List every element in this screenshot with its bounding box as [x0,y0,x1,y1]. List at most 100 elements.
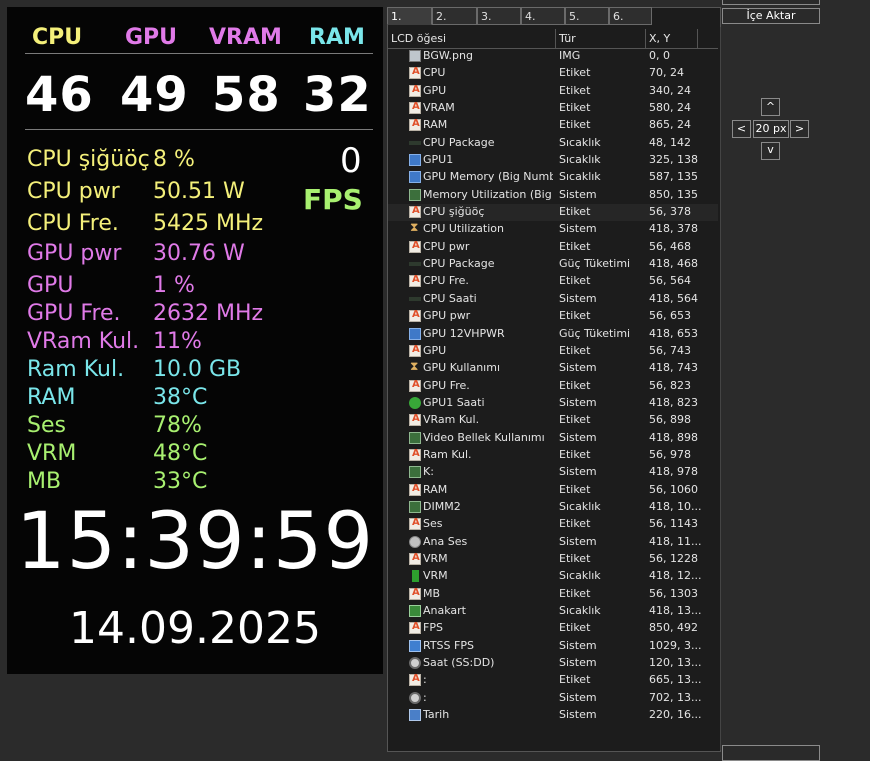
list-item[interactable]: Ram Kul. Etiket 56, 978 [388,447,718,464]
column-header-xy[interactable]: X, Y [646,29,698,48]
list-item[interactable]: CPU Fre. Etiket 56, 564 [388,273,718,290]
lcd-divider [25,129,373,130]
item-name: BGW.png [423,49,473,62]
list-item[interactable]: GPU Etiket 340, 24 [388,83,718,100]
item-name: GPU Fre. [423,378,470,392]
list-item[interactable]: K: Sistem 418, 978 [388,464,718,481]
item-name: Video Bellek Kullanımı [423,430,545,444]
list-item[interactable]: Anakart Sıcaklık 418, 13... [388,603,718,620]
lcd-value-cpu: 46 [25,67,94,123]
list-item[interactable]: GPU1 Saati Sistem 418, 823 [388,395,718,412]
move-down-button[interactable]: v [761,142,780,160]
list-item[interactable]: CPU Etiket 70, 24 [388,65,718,82]
column-header-type[interactable]: Tür [556,29,646,48]
lcd-preview[interactable]: CPU GPU VRAM RAM 46 49 58 32 CPU şiğüöç 8… [7,7,383,674]
list-item[interactable]: : Etiket 665, 13... [388,672,718,689]
list-item[interactable]: RAM Etiket 56, 1060 [388,482,718,499]
item-type: Sistem [559,430,597,444]
import-button[interactable]: İçe Aktar [722,8,820,24]
list-item[interactable]: Video Bellek Kullanımı Sistem 418, 898 [388,430,718,447]
top-button[interactable] [722,0,820,5]
list-item[interactable]: VRM Sıcaklık 418, 12... [388,568,718,585]
tab-page-5[interactable]: 5. sayfa [565,7,609,41]
stat-label: CPU Fre. [27,211,119,236]
tab-page-2[interactable]: 2. sayfa [432,7,477,41]
tab-page-3[interactable]: 3. sayfa [477,7,521,41]
label-icon [409,413,421,427]
item-xy: 56, 1228 [649,551,698,565]
list-item[interactable]: VRam Kul. Etiket 56, 898 [388,412,718,429]
list-item[interactable]: Memory Utilization (Big ... Sistem 850, 13… [388,187,718,204]
item-name: GPU [423,83,447,97]
list-item[interactable]: GPU Etiket 56, 743 [388,343,718,360]
item-name: GPU1 Saati [423,395,485,409]
stat-label: GPU [27,273,74,298]
stat-label: Ram Kul. [27,357,125,382]
move-up-button[interactable]: ^ [761,98,780,116]
column-header-item[interactable]: LCD öğesi [388,29,556,48]
item-type: Sıcaklık [559,569,601,583]
item-name: CPU Package [423,135,495,149]
list-item[interactable]: FPS Etiket 850, 492 [388,620,718,637]
clock-icon [409,657,421,670]
list-item[interactable]: BGW.png IMG 0, 0 [388,48,718,65]
list-item[interactable]: CPU Package Sıcaklık 48, 142 [388,135,718,152]
table-header: LCD öğesi Tür X, Y [388,29,718,49]
stat-value: 50.51 W [153,179,245,204]
item-xy: 325, 138 [649,153,698,167]
list-item[interactable]: CPU şiğüöç Etiket 56, 378 [388,204,718,222]
list-item[interactable]: : Sistem 702, 13... [388,690,718,707]
tab-page-6[interactable]: 6. sayfa [609,7,652,41]
item-name: GPU pwr [423,309,471,323]
stat-value: 78% [153,413,202,438]
list-item[interactable]: CPU Saati Sistem 418, 564 [388,291,718,308]
lcd-value-vram: 58 [212,67,281,123]
move-right-button[interactable]: > [790,120,809,138]
list-item[interactable]: CPU Utilization Sistem 418, 378 [388,220,718,238]
list-item[interactable]: GPU 12VHPWR Güç Tüketimi 418, 653 [388,326,718,343]
tab-page-4[interactable]: 4. sayfa [521,7,565,41]
list-item[interactable]: GPU1 Sıcaklık 325, 138 [388,152,718,169]
item-type: Etiket [559,343,591,357]
list-item[interactable]: Tarih Sistem 220, 16... [388,707,718,724]
list-item[interactable]: GPU Kullanımı Sistem 418, 743 [388,359,718,377]
list-item[interactable]: MB Etiket 56, 1303 [388,586,718,603]
item-name: CPU [423,66,446,80]
mem-icon [409,431,421,444]
list-item[interactable]: Saat (SS:DD) Sistem 120, 13... [388,655,718,672]
item-name: CPU Fre. [423,274,469,288]
item-xy: 418, 12... [649,569,702,583]
step-size-field[interactable]: 20 px [753,120,789,138]
list-item[interactable]: GPU Memory (Big Numb... Sıcaklık 587, 135 [388,169,718,186]
item-type: Etiket [559,118,591,132]
list-item[interactable]: VRAM Etiket 580, 24 [388,100,718,117]
list-item[interactable]: DIMM2 Sıcaklık 418, 10... [388,499,718,516]
list-item[interactable]: CPU pwr Etiket 56, 468 [388,239,718,256]
list-item[interactable]: Ses Etiket 56, 1143 [388,516,718,533]
list-item[interactable]: GPU pwr Etiket 56, 653 [388,308,718,325]
temp-icon [409,292,421,305]
move-left-button[interactable]: < [732,120,751,138]
item-xy: 56, 653 [649,309,691,323]
item-type: Sıcaklık [559,135,601,149]
list-item[interactable]: Ana Ses Sistem 418, 11... [388,534,718,551]
item-type: Etiket [559,586,591,600]
list-item[interactable]: CPU Package Güç Tüketimi 418, 468 [388,256,718,273]
bottom-button[interactable] [722,745,820,761]
lcd-value-gpu: 49 [120,67,189,123]
item-xy: 220, 16... [649,708,702,722]
list-item[interactable]: RAM Etiket 865, 24 [388,117,718,134]
stat-label: GPU pwr [27,241,122,266]
list-item[interactable]: RTSS FPS Sistem 1029, 3... [388,638,718,655]
item-name: CPU Package [423,257,495,271]
tab-page-1[interactable]: 1. sayfa [387,7,432,41]
label-icon [409,621,421,635]
list-item[interactable]: GPU Fre. Etiket 56, 823 [388,378,718,395]
mem-icon [409,466,421,479]
stat-label: VRam Kul. [27,329,140,354]
list-item[interactable]: VRM Etiket 56, 1228 [388,551,718,568]
item-xy: 56, 1303 [649,586,698,600]
stat-label: VRM [27,441,77,466]
item-xy: 48, 142 [649,135,691,149]
item-type: Sistem [559,638,597,652]
